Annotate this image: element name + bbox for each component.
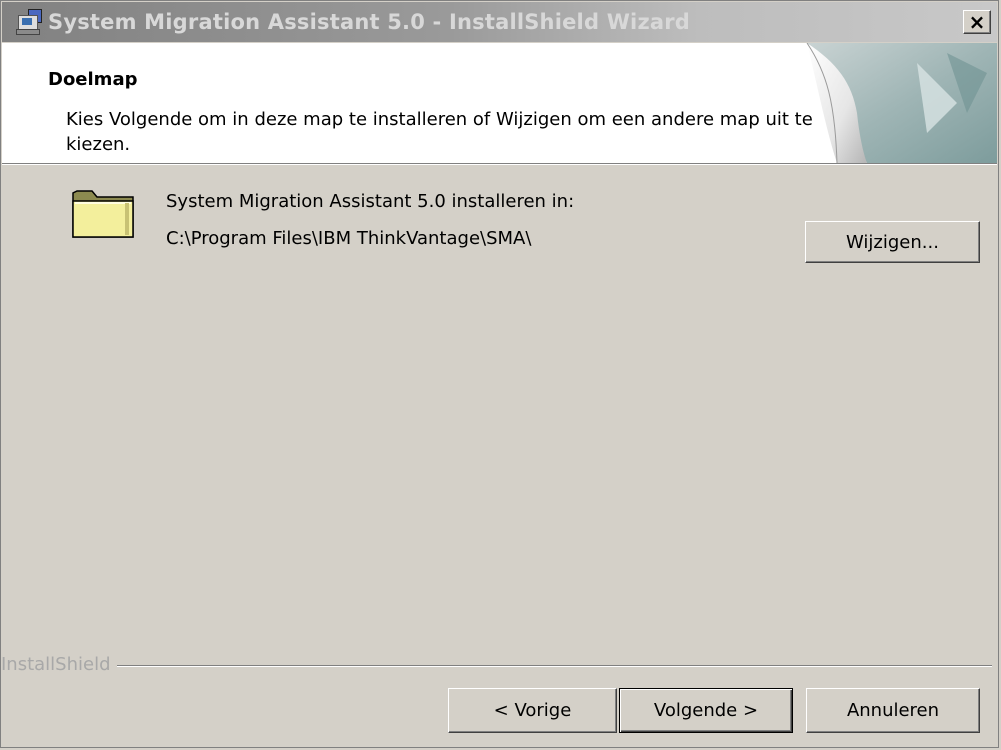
change-folder-button[interactable]: Wijzigen... (805, 221, 980, 263)
close-icon: × (968, 10, 986, 34)
footer-divider (1, 665, 992, 667)
page-title: Doelmap (48, 69, 138, 90)
close-button[interactable]: × (963, 10, 991, 34)
install-path-value: C:\Program Files\IBM ThinkVantage\SMA\ (166, 228, 532, 249)
cancel-button[interactable]: Annuleren (806, 688, 980, 733)
next-button[interactable]: Volgende > (619, 688, 793, 733)
back-button[interactable]: < Vorige (448, 688, 617, 733)
folder-icon (72, 190, 134, 238)
page-curl-graphic-icon (797, 43, 997, 163)
install-location-label: System Migration Assistant 5.0 installer… (166, 191, 575, 212)
title-bar[interactable]: System Migration Assistant 5.0 - Install… (2, 2, 997, 42)
wizard-header: Doelmap Kies Volgende om in deze map te … (2, 43, 997, 165)
page-description: Kies Volgende om in deze map te installe… (66, 109, 813, 155)
installshield-brand-label: InstallShield (1, 654, 117, 675)
window-title: System Migration Assistant 5.0 - Install… (48, 10, 691, 34)
installer-window: System Migration Assistant 5.0 - Install… (0, 0, 999, 748)
installer-computer-icon (16, 9, 42, 35)
